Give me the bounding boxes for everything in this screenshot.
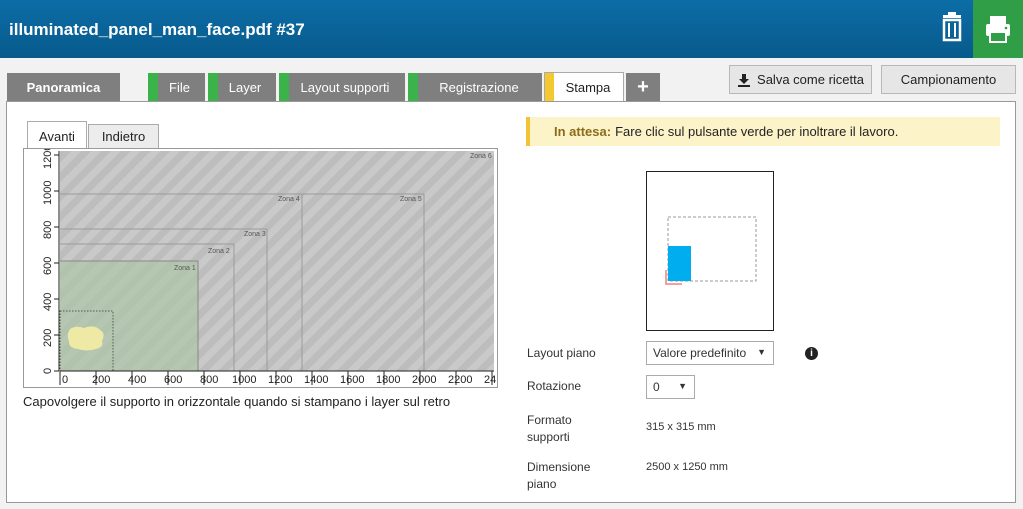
media-thumbnail (668, 246, 691, 281)
subtab-label: Indietro (101, 129, 146, 144)
subtab-avanti[interactable]: Avanti (27, 121, 87, 150)
tab-label: File (169, 79, 190, 95)
y-tick-label: 1200 (42, 149, 54, 169)
print-button[interactable] (973, 0, 1023, 58)
add-tab-button[interactable]: + (626, 73, 660, 101)
tab-layer[interactable]: Layer (208, 73, 276, 101)
zone-label: Zona 2 (208, 248, 230, 255)
zone-1-area (60, 261, 198, 371)
rotazione-label: Rotazione (527, 379, 582, 393)
tab-label: Panoramica (26, 79, 101, 95)
tab-layout-supporti[interactable]: Layout supporti (279, 73, 405, 101)
y-tick-label: 800 (42, 221, 54, 239)
tab-status-stripe (408, 73, 418, 101)
app-header: illuminated_panel_man_face.pdf #37 (0, 0, 1023, 58)
x-tick-label: 400 (128, 374, 146, 386)
download-icon (738, 73, 751, 87)
tab-label: Stampa (565, 80, 611, 95)
save-recipe-button[interactable]: Salva come ricetta (729, 65, 872, 94)
tab-stampa[interactable]: Stampa (544, 72, 624, 102)
formato-label-line: Formato (527, 413, 572, 427)
tab-status-stripe (208, 73, 218, 101)
sampling-button[interactable]: Campionamento (881, 65, 1016, 94)
tab-status-stripe (545, 73, 554, 102)
zone-label: Zona 1 (174, 265, 196, 272)
tab-registrazione[interactable]: Registrazione (408, 73, 542, 101)
x-tick-label: 800 (200, 374, 218, 386)
dimensione-value: 2500 x 1250 mm (646, 461, 728, 473)
layout-piano-value: Valore predefinito (653, 346, 747, 360)
y-tick-label: 600 (42, 257, 54, 275)
plus-icon: + (637, 75, 649, 98)
flip-hint: Capovolgere il supporto in orizzontale q… (23, 394, 451, 409)
sampling-label: Campionamento (900, 72, 997, 87)
dimensione-label-line: piano (527, 477, 557, 491)
tab-label: Layout supporti (300, 79, 390, 95)
rotazione-select[interactable]: 0 ▼ (646, 375, 695, 399)
zone-label: Zona 3 (244, 231, 266, 238)
dimensione-label-line: Dimensione (527, 460, 591, 474)
y-tick-label: 0 (42, 368, 54, 374)
job-title: illuminated_panel_man_face.pdf #37 (9, 20, 305, 39)
zone-label: Zona 6 (470, 153, 492, 160)
zone-label: Zona 5 (400, 196, 422, 203)
subtab-label: Avanti (39, 128, 75, 144)
y-tick-label: 200 (42, 329, 54, 347)
tab-status-stripe (279, 73, 289, 101)
x-tick-label: 1600 (340, 374, 364, 386)
x-tick-label: 2000 (412, 374, 436, 386)
x-tick-label: 0 (62, 374, 68, 386)
tab-label: Layer (228, 79, 262, 95)
formato-label: Formato supporti (527, 412, 572, 446)
chevron-down-icon: ▼ (678, 381, 687, 391)
layout-piano-label: Layout piano (527, 346, 596, 360)
formato-value: 315 x 315 mm (646, 421, 716, 433)
x-tick-label: 200 (92, 374, 110, 386)
x-tick-label: 600 (164, 374, 182, 386)
save-recipe-label: Salva come ricetta (757, 72, 864, 87)
sheet-canvas-svg: Zona 1 Zona 2 Zona 3 Zona 4 Zona 5 Zona … (24, 145, 497, 387)
y-tick-label: 400 (42, 293, 54, 311)
chevron-down-icon: ▼ (757, 347, 766, 357)
status-message: Fare clic sul pulsante verde per inoltra… (615, 124, 899, 139)
tab-label: Registrazione (439, 79, 519, 95)
layout-preview-svg (665, 216, 757, 285)
info-icon[interactable]: i (805, 347, 818, 360)
status-prefix: In attesa: (554, 124, 612, 139)
rotazione-value: 0 (653, 380, 660, 394)
trash-button[interactable] (933, 8, 971, 48)
x-tick-label: 1800 (376, 374, 400, 386)
printer-icon (986, 16, 1010, 43)
sheet-canvas[interactable]: Zona 1 Zona 2 Zona 3 Zona 4 Zona 5 Zona … (23, 145, 498, 388)
formato-label-line: supporti (527, 430, 570, 444)
layout-preview (646, 171, 774, 331)
image-thumbnail (67, 326, 104, 351)
tab-file[interactable]: File (148, 73, 205, 101)
tab-status-stripe (148, 73, 158, 101)
x-tick-label: 24 (484, 374, 496, 386)
subtab-indietro[interactable]: Indietro (88, 124, 159, 149)
x-tick-label: 1000 (232, 374, 256, 386)
layout-piano-select[interactable]: Valore predefinito ▼ (646, 341, 774, 365)
y-tick-label: 1000 (42, 181, 54, 205)
x-tick-label: 1200 (268, 374, 292, 386)
dimensione-label: Dimensione piano (527, 459, 590, 493)
zone-label: Zona 4 (278, 196, 300, 203)
trash-icon (942, 12, 962, 42)
x-tick-label: 2200 (448, 374, 472, 386)
tab-panoramica[interactable]: Panoramica (7, 73, 120, 101)
x-tick-label: 1400 (304, 374, 328, 386)
status-banner: In attesa: Fare clic sul pulsante verde … (526, 117, 1000, 146)
